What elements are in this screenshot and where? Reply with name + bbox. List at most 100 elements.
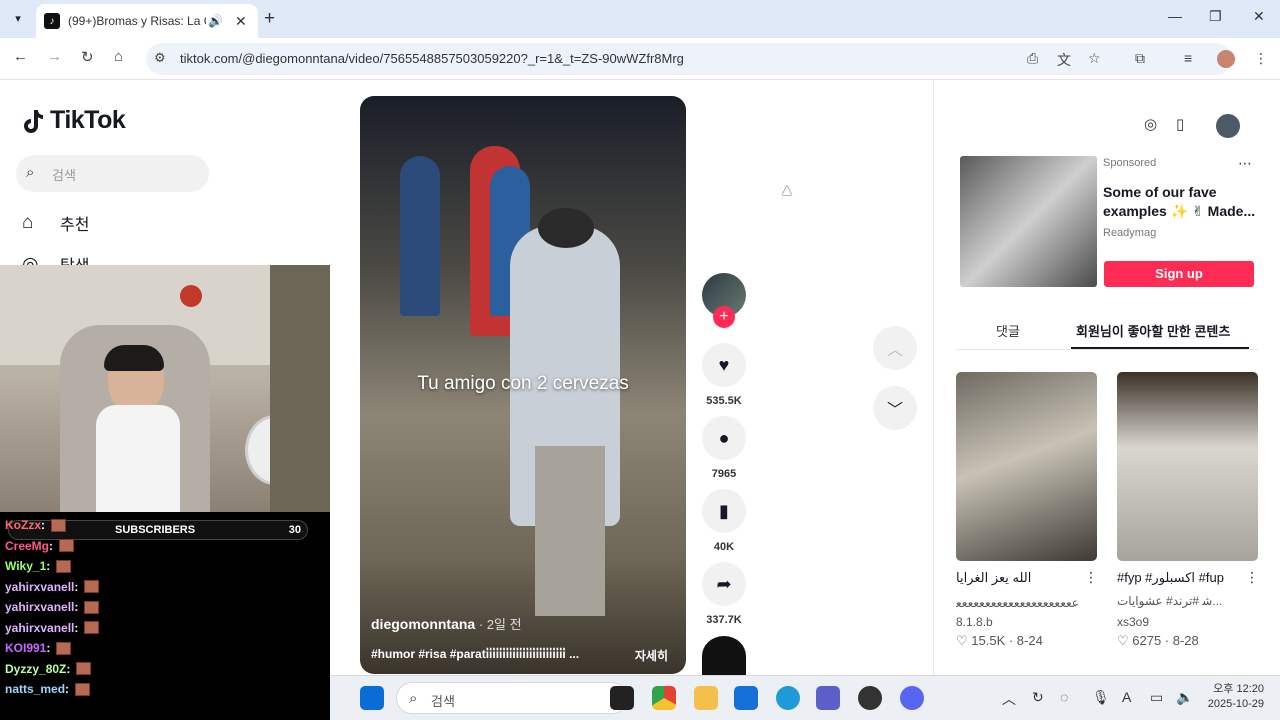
chat-username: CreeMg [5,538,50,553]
card-title[interactable]: #fyp #اكسبلور #fup [1117,570,1224,586]
ad-brand: Readymag [1103,227,1157,239]
wall-ornament [180,285,202,307]
tab-comments[interactable]: 댓글 [996,321,1020,340]
ime-icon[interactable]: A [1122,689,1131,705]
reload-icon[interactable]: ↻ [81,48,94,66]
forward-icon[interactable]: → [47,48,62,65]
chat-emote-icon [84,621,100,634]
ad-sponsored-label: Sponsored [1103,157,1157,169]
more-button[interactable]: 자세히 [635,647,668,664]
discord-icon[interactable] [900,686,924,710]
file-explorer-icon[interactable] [694,686,718,710]
video-caption: Tu amigo con 2 cervezas [417,373,629,394]
taskbar-search[interactable]: ⌕ 검색 [396,682,628,714]
card-handle[interactable]: 8.1.8.b [956,615,993,629]
chat-separator: : [74,600,79,614]
site-info-icon[interactable]: ⚙ [154,50,166,66]
chat-line: yahirxvanell : [5,621,100,635]
ad-title[interactable]: Some of our fave examples ✨ ✌ Made... [1103,183,1259,221]
chevron-down-icon[interactable]: ﹀ [873,386,917,430]
new-tab-button[interactable]: + [264,8,275,30]
active-tab[interactable]: ♪ (99+)Bromas y Risas: La Ca 🔊 ✕ [36,4,258,38]
user-avatar[interactable] [1216,114,1240,138]
chrome-icon[interactable] [652,686,676,710]
minimize-icon[interactable]: — [1168,8,1182,24]
chat-line: Dyzzy_80Z : [5,662,92,676]
network-icon[interactable]: ◌ [1060,689,1068,705]
start-icon[interactable] [360,686,384,710]
mouse-cursor-icon: ▲ [779,182,795,199]
chevron-up-icon[interactable]: ︿ [873,326,917,370]
tab-title: (99+)Bromas y Risas: La Ca [68,14,206,28]
sidebar-item-foryou[interactable]: ⌂ 추천 [22,211,89,235]
chevron-up-icon[interactable]: ︿ [1002,689,1016,709]
video-author[interactable]: diegomonntana · 2일 전 [371,614,522,633]
tab-divider [956,349,1258,350]
volume-icon[interactable]: 🔈 [1176,689,1193,706]
extensions-icon[interactable]: ⧉ [1135,50,1145,67]
share-action[interactable]: ➦ 337.7K [701,562,747,626]
mobile-icon[interactable]: ▯ [1176,115,1184,133]
close-window-icon[interactable]: ✕ [1253,8,1265,25]
edge-icon[interactable] [776,686,800,710]
card-handle[interactable]: xs3o9 [1117,615,1149,629]
comment-icon[interactable]: ● [702,416,746,460]
card-menu-icon[interactable]: ⋮ [1084,569,1098,586]
close-tab-icon[interactable]: ✕ [235,13,247,30]
music-disc-icon[interactable] [702,636,746,676]
chat-line: Wiky_1 : [5,559,72,573]
media-control-icon[interactable]: ≡ [1184,50,1192,66]
home-icon[interactable]: ⌂ [114,48,123,65]
save-action[interactable]: ▮ 40K [701,489,747,553]
heart-icon[interactable]: ♥ [702,343,746,387]
ad-menu-icon[interactable]: ⋯ [1238,155,1252,172]
comment-action[interactable]: ● 7965 [701,416,747,480]
bookmark-star-icon[interactable]: ☆ [1088,50,1101,67]
chat-username: yahirxvanell [5,579,75,594]
sync-icon[interactable]: ↻ [1032,689,1044,706]
maximize-icon[interactable]: ❐ [1209,8,1222,25]
task-view-icon[interactable] [610,686,634,710]
video-card-thumbnail[interactable] [1117,372,1258,561]
signup-button[interactable]: Sign up [1104,261,1254,287]
speaker-icon[interactable]: 🔊 [208,14,223,28]
tab-active-indicator [1071,347,1249,349]
chat-separator: : [46,559,51,573]
chat-emote-icon [84,580,100,593]
card-menu-icon[interactable]: ⋮ [1245,569,1259,586]
person-shirt [96,405,180,515]
doorway [270,265,330,515]
microphone-icon[interactable]: 🎙 [1092,689,1110,706]
chat-line: yahirxvanell : [5,600,100,614]
video-card-thumbnail[interactable] [956,372,1097,561]
chat-separator: : [46,641,51,655]
share-icon[interactable]: ➦ [702,562,746,606]
store-icon[interactable] [734,686,758,710]
chat-username: natts_med [5,682,66,696]
video-player[interactable]: Tu amigo con 2 cervezas diegomonntana · … [360,96,686,674]
bookmark-icon[interactable]: ▮ [702,489,746,533]
monitor-icon[interactable]: ▭ [1150,689,1163,706]
chat-emote-icon [56,559,72,573]
follow-button[interactable]: + [713,306,735,328]
profile-avatar[interactable] [1217,50,1235,68]
taskbar-search-placeholder: 검색 [431,694,455,709]
like-action[interactable]: ♥ 535.5K [701,343,747,407]
teams-icon[interactable] [816,686,840,710]
compass-icon[interactable]: ◎ [1144,115,1157,133]
tiktok-logo[interactable]: TikTok [22,106,126,135]
translate-icon[interactable]: 文 [1057,50,1071,70]
tab-you-may-like[interactable]: 회원님이 좋아할 만한 콘텐츠 [1076,321,1230,340]
chat-username: Wiky_1 [5,559,47,573]
tab-search-button[interactable]: ▾ [6,6,30,30]
card-title[interactable]: الله يعز الغرايا [956,570,1031,586]
menu-dots-icon[interactable]: ⋮ [1254,50,1268,67]
video-hashtags[interactable]: #humor #risa #parati̇i̇i̇i̇i̇i̇i̇i̇i̇i̇i… [371,647,623,661]
taskbar-clock[interactable]: 오후 12:20 2025-10-29 [1204,682,1264,712]
obs-icon[interactable] [858,686,882,710]
chat-line: CreeMg : [5,538,75,553]
ad-thumbnail[interactable] [960,156,1097,287]
search-input[interactable]: ⌕ 검색 [16,155,209,192]
install-icon[interactable]: ⎙ [1027,50,1038,67]
back-icon[interactable]: ← [13,48,28,65]
